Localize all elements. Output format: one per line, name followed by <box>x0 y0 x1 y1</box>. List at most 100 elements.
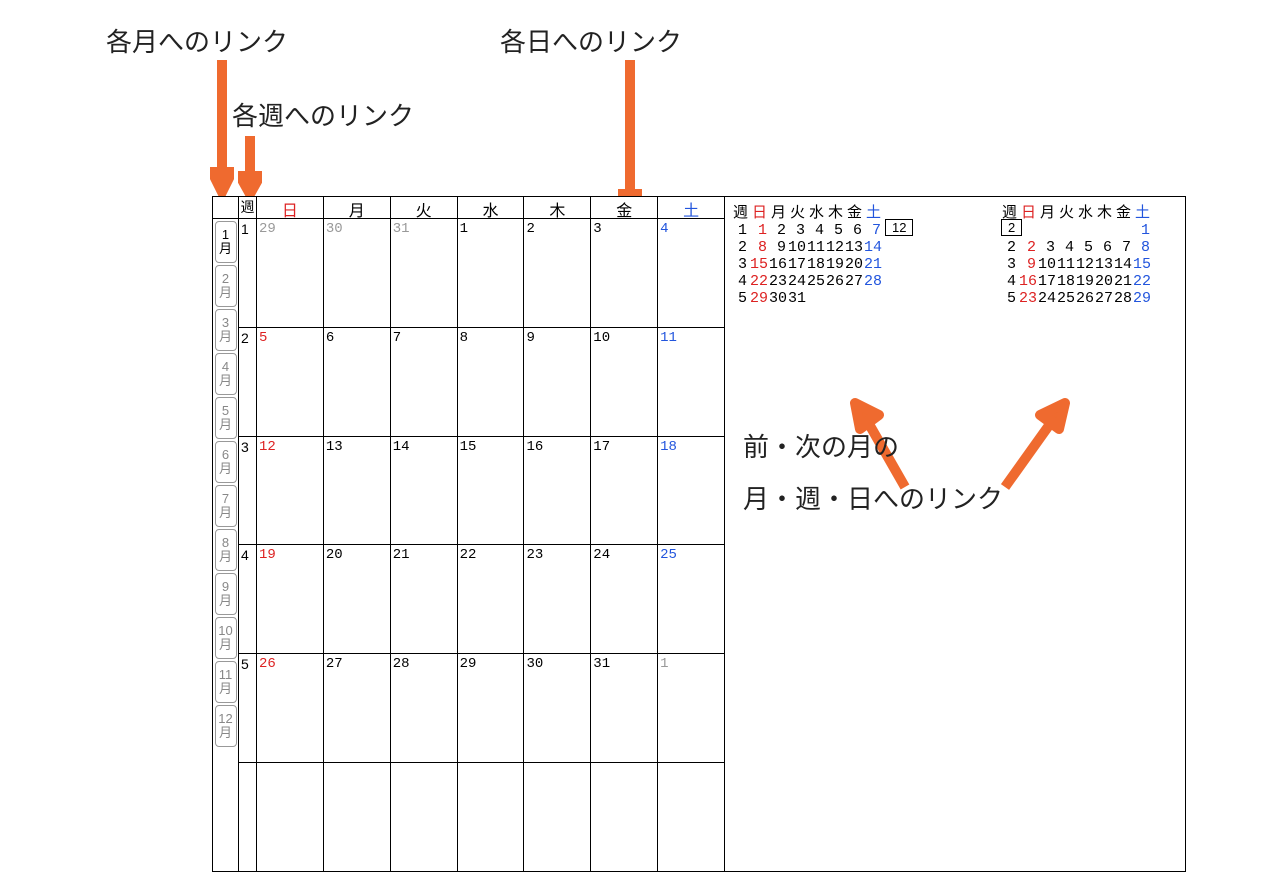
mini-day-cell[interactable]: 29 <box>1133 290 1152 307</box>
mini-day-cell[interactable]: 29 <box>750 290 769 307</box>
mini-day-cell[interactable]: 20 <box>845 256 864 273</box>
mini-day-cell[interactable]: 13 <box>845 239 864 256</box>
mini-week-link[interactable]: 3 <box>731 256 750 273</box>
mini-day-cell[interactable]: 16 <box>769 256 788 273</box>
mini-day-cell[interactable]: 26 <box>1076 290 1095 307</box>
week-link[interactable]: 5 <box>239 654 257 762</box>
mini-week-link[interactable]: 1 <box>731 222 750 239</box>
mini-week-link[interactable]: 2 <box>731 239 750 256</box>
mini-day-cell[interactable]: 15 <box>750 256 769 273</box>
mini-day-cell[interactable]: 13 <box>1095 256 1114 273</box>
month-button-1[interactable]: 1月 <box>215 221 237 263</box>
mini-day-cell[interactable]: 10 <box>1038 256 1057 273</box>
mini-day-cell[interactable]: 3 <box>788 222 807 239</box>
mini-day-cell[interactable]: 14 <box>864 239 883 256</box>
mini-day-cell[interactable]: 14 <box>1114 256 1133 273</box>
day-cell[interactable]: 1 <box>658 654 724 762</box>
mini-day-cell[interactable]: 8 <box>1133 239 1152 256</box>
week-link[interactable]: 3 <box>239 437 257 545</box>
mini-day-cell[interactable]: 5 <box>1076 239 1095 256</box>
mini-day-cell[interactable]: 17 <box>788 256 807 273</box>
mini-day-cell[interactable]: 28 <box>1114 290 1133 307</box>
mini-day-cell[interactable]: 6 <box>845 222 864 239</box>
month-button-5[interactable]: 5月 <box>215 397 237 439</box>
mini-day-cell[interactable]: 7 <box>1114 239 1133 256</box>
mini-day-cell[interactable]: 26 <box>826 273 845 290</box>
mini-day-cell[interactable]: 28 <box>864 273 883 290</box>
day-cell[interactable]: 18 <box>658 437 724 545</box>
day-cell[interactable]: 4 <box>658 219 724 327</box>
week-link[interactable]: 1 <box>239 219 257 327</box>
day-cell[interactable]: 13 <box>324 437 391 545</box>
mini-day-cell[interactable]: 2 <box>1019 239 1038 256</box>
mini-day-cell[interactable]: 9 <box>1019 256 1038 273</box>
mini-day-cell[interactable]: 3 <box>1038 239 1057 256</box>
day-cell[interactable]: 29 <box>458 654 525 762</box>
day-cell[interactable]: 23 <box>524 545 591 653</box>
mini-day-cell[interactable]: 9 <box>769 239 788 256</box>
day-cell[interactable]: 29 <box>257 219 324 327</box>
day-cell[interactable]: 15 <box>458 437 525 545</box>
day-cell[interactable]: 21 <box>391 545 458 653</box>
mini-day-cell[interactable]: 11 <box>1057 256 1076 273</box>
day-cell[interactable]: 27 <box>324 654 391 762</box>
mini-day-cell[interactable]: 30 <box>769 290 788 307</box>
month-button-7[interactable]: 7月 <box>215 485 237 527</box>
mini-day-cell[interactable]: 5 <box>826 222 845 239</box>
mini-day-cell[interactable]: 22 <box>1133 273 1152 290</box>
mini-day-cell[interactable]: 7 <box>864 222 883 239</box>
month-button-9[interactable]: 9月 <box>215 573 237 615</box>
mini-day-cell[interactable]: 22 <box>750 273 769 290</box>
mini-day-cell[interactable]: 27 <box>845 273 864 290</box>
mini-day-cell[interactable]: 19 <box>826 256 845 273</box>
mini-week-link[interactable]: 3 <box>1000 256 1019 273</box>
day-cell[interactable]: 11 <box>658 328 724 436</box>
mini-day-cell[interactable]: 12 <box>826 239 845 256</box>
month-button-8[interactable]: 8月 <box>215 529 237 571</box>
month-button-4[interactable]: 4月 <box>215 353 237 395</box>
mini-day-cell[interactable]: 25 <box>1057 290 1076 307</box>
day-cell[interactable]: 31 <box>391 219 458 327</box>
day-cell[interactable]: 6 <box>324 328 391 436</box>
mini-day-cell[interactable]: 20 <box>1095 273 1114 290</box>
day-cell[interactable]: 5 <box>257 328 324 436</box>
mini-day-cell[interactable]: 24 <box>788 273 807 290</box>
month-button-3[interactable]: 3月 <box>215 309 237 351</box>
mini-day-cell[interactable]: 25 <box>807 273 826 290</box>
mini-day-cell[interactable]: 8 <box>750 239 769 256</box>
month-button-2[interactable]: 2月 <box>215 265 237 307</box>
day-cell[interactable]: 31 <box>591 654 658 762</box>
mini-day-cell[interactable]: 19 <box>1076 273 1095 290</box>
day-cell[interactable]: 14 <box>391 437 458 545</box>
mini-day-cell[interactable]: 16 <box>1019 273 1038 290</box>
mini-week-link[interactable]: 2 <box>1000 239 1019 256</box>
day-cell[interactable]: 24 <box>591 545 658 653</box>
week-link[interactable]: 4 <box>239 545 257 653</box>
mini-day-cell[interactable]: 11 <box>807 239 826 256</box>
mini-day-cell[interactable]: 17 <box>1038 273 1057 290</box>
day-cell[interactable]: 9 <box>524 328 591 436</box>
mini-day-cell[interactable]: 12 <box>1076 256 1095 273</box>
mini-day-cell[interactable]: 23 <box>1019 290 1038 307</box>
mini-day-cell[interactable]: 15 <box>1133 256 1152 273</box>
day-cell[interactable]: 7 <box>391 328 458 436</box>
day-cell[interactable]: 30 <box>524 654 591 762</box>
day-cell[interactable]: 12 <box>257 437 324 545</box>
mini-day-cell[interactable]: 4 <box>807 222 826 239</box>
day-cell[interactable]: 19 <box>257 545 324 653</box>
mini-day-cell[interactable]: 24 <box>1038 290 1057 307</box>
mini-month-tag-prev[interactable]: 12 <box>885 219 913 236</box>
week-link[interactable]: 2 <box>239 328 257 436</box>
month-button-6[interactable]: 6月 <box>215 441 237 483</box>
day-cell[interactable]: 26 <box>257 654 324 762</box>
day-cell[interactable]: 25 <box>658 545 724 653</box>
day-cell[interactable]: 16 <box>524 437 591 545</box>
mini-day-cell[interactable]: 1 <box>1133 222 1152 239</box>
mini-week-link[interactable]: 4 <box>731 273 750 290</box>
month-button-11[interactable]: 11月 <box>215 661 237 703</box>
day-cell[interactable]: 2 <box>524 219 591 327</box>
mini-day-cell[interactable]: 31 <box>788 290 807 307</box>
day-cell[interactable]: 10 <box>591 328 658 436</box>
day-cell[interactable]: 22 <box>458 545 525 653</box>
mini-day-cell[interactable]: 21 <box>1114 273 1133 290</box>
